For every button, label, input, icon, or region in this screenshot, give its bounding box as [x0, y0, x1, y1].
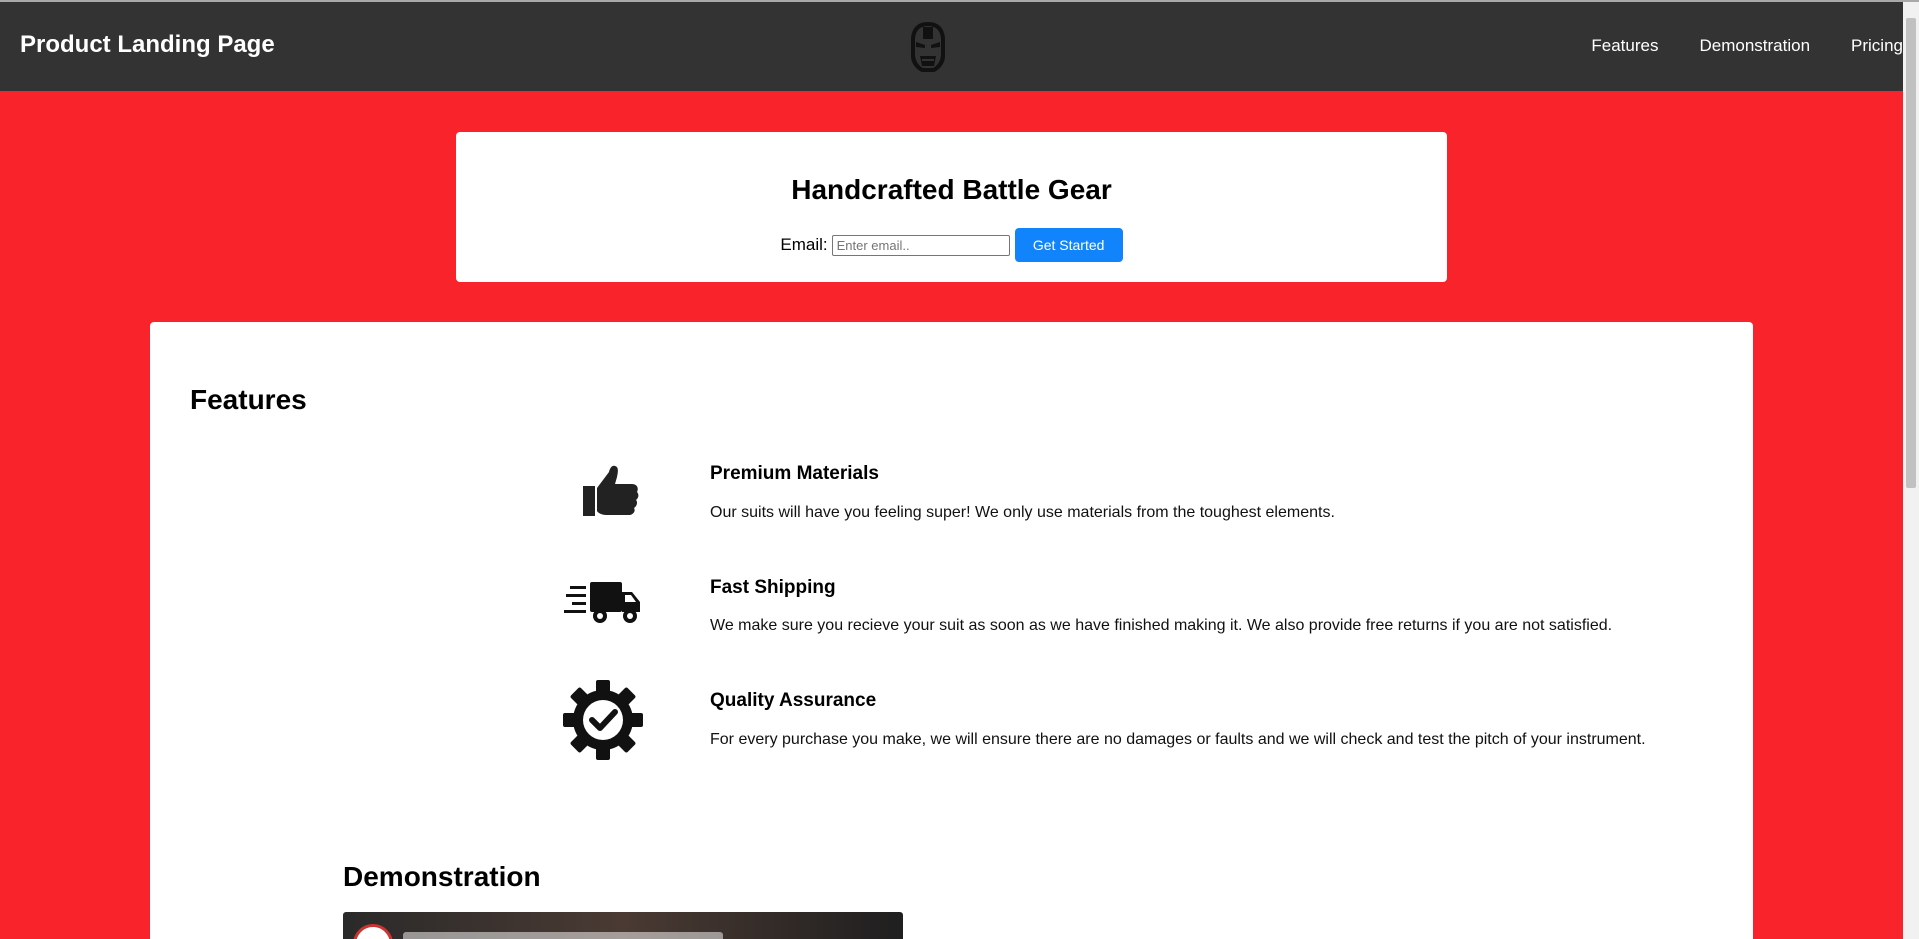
iron-man-helmet-icon: [911, 22, 945, 72]
email-input[interactable]: [831, 234, 1010, 256]
email-label: Email:: [780, 235, 828, 254]
feature-text: For every purchase you make, we will ens…: [710, 731, 1646, 748]
nav-link-features[interactable]: Features: [1591, 36, 1658, 56]
brand-title: Product Landing Page: [20, 31, 275, 58]
nav-link-pricing[interactable]: Pricing: [1851, 36, 1903, 56]
feature-text: We make sure you recieve your suit as so…: [710, 617, 1613, 634]
main-content: Features Premium Materials Our suits wil…: [150, 322, 1753, 939]
page-scrollbar-thumb[interactable]: [1906, 18, 1916, 488]
email-form: Email: Get Started: [456, 228, 1447, 262]
nav-link-demonstration[interactable]: Demonstration: [1699, 36, 1810, 56]
video-title-bar: [403, 932, 723, 939]
get-started-button[interactable]: Get Started: [1014, 228, 1123, 262]
fast-shipping-truck-icon: [564, 582, 640, 623]
hero-title: Handcrafted Battle Gear: [791, 174, 1112, 205]
feature-text: Our suits will have you feeling super! W…: [710, 504, 1335, 521]
thumbs-up-icon: [583, 465, 639, 516]
hero-card: Handcrafted Battle Gear Email: Get Start…: [456, 132, 1447, 282]
channel-avatar: [353, 924, 393, 939]
feature-title: Premium Materials: [710, 463, 879, 484]
feature-title: Fast Shipping: [710, 577, 836, 598]
gear-check-icon: [563, 680, 643, 760]
demo-video-embed[interactable]: [343, 912, 903, 939]
top-navbar: Product Landing Page Features Demonstrat…: [0, 2, 1903, 91]
main-nav: Features Demonstration Pricing: [1550, 36, 1903, 56]
features-title: Features: [190, 384, 307, 415]
demonstration-title: Demonstration: [343, 861, 541, 892]
feature-title: Quality Assurance: [710, 690, 877, 711]
